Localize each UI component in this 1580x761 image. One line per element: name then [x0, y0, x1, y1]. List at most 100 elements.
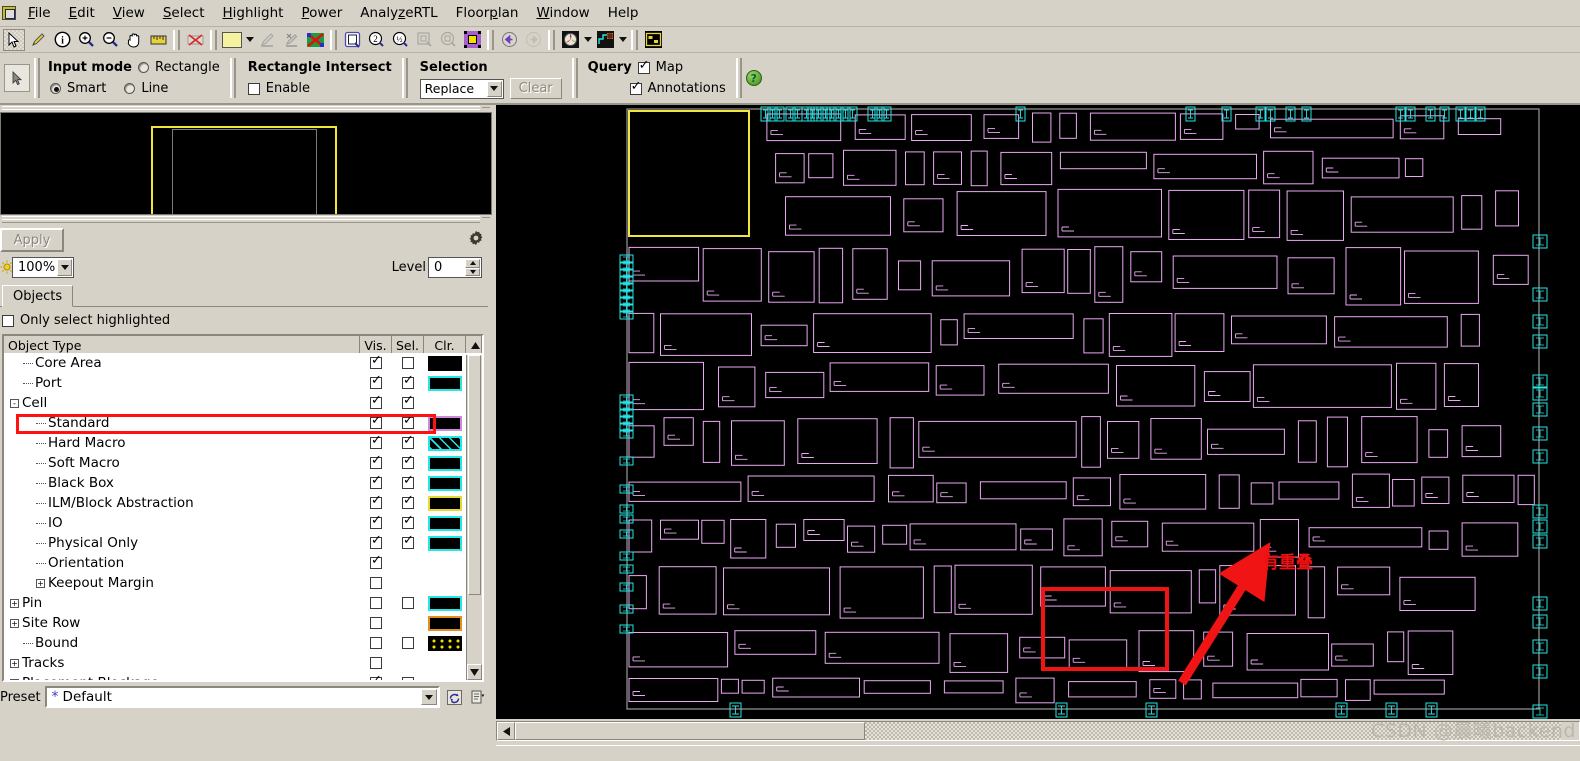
object-type-cell[interactable]: ILM/Block Abstraction [4, 495, 360, 511]
query-annotations-checkbox[interactable] [629, 80, 642, 95]
object-type-cell[interactable]: + Site Row [4, 615, 360, 631]
panel-grip-bottom[interactable] [0, 215, 492, 223]
expand-icon[interactable]: + [10, 658, 19, 668]
color-swatch-cell[interactable] [424, 595, 466, 611]
column-selectable[interactable]: Sel. [392, 336, 424, 354]
zoom-level-combo[interactable]: 100% [12, 257, 74, 278]
table-row[interactable]: ILM/Block Abstraction [4, 493, 482, 513]
visibility-checkbox-cell[interactable] [360, 434, 392, 449]
zoom-next-icon[interactable] [437, 29, 459, 51]
level-spin-buttons[interactable] [465, 259, 480, 276]
zoom-selected-icon[interactable] [461, 29, 483, 51]
visibility-checkbox-cell[interactable] [360, 514, 392, 529]
selectable-checkbox[interactable] [402, 394, 414, 409]
color-swatch-cell[interactable] [424, 435, 466, 451]
query-map-checkbox[interactable] [637, 59, 650, 74]
canvas-horizontal-scrollbar[interactable] [496, 721, 1580, 741]
color-swatch[interactable] [428, 375, 462, 391]
visibility-checkbox[interactable] [370, 354, 382, 369]
visibility-checkbox[interactable] [370, 414, 382, 429]
selectable-checkbox[interactable] [402, 374, 414, 389]
table-row[interactable]: IO [4, 513, 482, 533]
color-swatch-cell[interactable] [424, 635, 466, 651]
horizontal-scrollbar-thumb[interactable] [515, 722, 865, 740]
selectable-checkbox[interactable] [402, 494, 414, 509]
selectable-checkbox[interactable] [402, 434, 414, 449]
level-spinner[interactable]: 0 [428, 257, 482, 278]
selectable-checkbox-cell[interactable] [392, 394, 424, 409]
selectable-checkbox[interactable] [402, 637, 414, 649]
menu-floorplan[interactable]: Floorplan [447, 1, 528, 25]
clear-ruler-icon[interactable] [184, 29, 206, 51]
selectable-checkbox[interactable] [402, 597, 414, 609]
color-swatch[interactable] [428, 595, 462, 611]
redo-arrow-icon[interactable] [522, 29, 544, 51]
visibility-checkbox-cell[interactable] [360, 617, 392, 629]
radio-rectangle[interactable] [138, 62, 149, 73]
scrollbar-trough[interactable] [515, 722, 1561, 740]
cursor-arrow-icon[interactable] [4, 64, 30, 92]
color-swatch-cell[interactable] [424, 495, 466, 511]
scroll-up-button[interactable] [466, 336, 482, 354]
ruler-icon[interactable] [147, 29, 169, 51]
color-swatch[interactable] [428, 615, 462, 631]
zoom-out-icon[interactable] [99, 29, 121, 51]
visibility-checkbox[interactable] [370, 474, 382, 489]
chevron-down-icon[interactable] [486, 80, 502, 97]
menu-analyzertl[interactable]: AnalyzeRTL [351, 1, 446, 25]
column-visible[interactable]: Vis. [360, 336, 392, 354]
color-dropdown-arrow-icon[interactable] [582, 29, 593, 51]
table-row[interactable]: Hard Macro [4, 433, 482, 453]
color-swatch-cell[interactable] [424, 475, 466, 491]
table-row[interactable]: - Cell [4, 393, 482, 413]
object-type-cell[interactable]: + Pin [4, 595, 360, 611]
visibility-checkbox[interactable] [370, 597, 382, 609]
expand-icon[interactable]: + [10, 598, 19, 608]
selectable-checkbox-cell[interactable] [392, 677, 424, 680]
pencil-icon[interactable] [27, 29, 49, 51]
object-type-cell[interactable]: - Cell [4, 395, 360, 411]
visibility-checkbox-cell[interactable] [360, 657, 392, 669]
visibility-checkbox-cell[interactable] [360, 577, 392, 589]
visibility-checkbox[interactable] [370, 657, 382, 669]
color-swatch[interactable] [428, 535, 462, 551]
visibility-checkbox[interactable] [370, 454, 382, 469]
menu-highlight[interactable]: Highlight [213, 1, 292, 25]
visibility-checkbox-cell[interactable] [360, 674, 392, 680]
zoom-prev-icon[interactable] [413, 29, 435, 51]
color-swatch-cell[interactable] [424, 355, 466, 371]
expand-icon[interactable]: + [10, 618, 19, 628]
object-type-cell[interactable]: Soft Macro [4, 455, 360, 471]
color-swatch[interactable] [428, 355, 462, 371]
selectable-checkbox-cell[interactable] [392, 414, 424, 429]
chevron-down-icon[interactable] [57, 259, 72, 276]
menu-select[interactable]: Select [154, 1, 214, 25]
color-swatch-cell[interactable] [424, 615, 466, 631]
color-swatch[interactable] [428, 435, 462, 451]
object-type-cell[interactable]: Bound [4, 635, 360, 651]
rectangle-intersect-enable-checkbox[interactable] [247, 82, 260, 95]
object-type-cell[interactable]: + Tracks [4, 655, 360, 671]
color-wheel-icon[interactable] [559, 29, 581, 51]
tab-objects[interactable]: Objects [2, 285, 74, 307]
net-route-icon[interactable] [594, 29, 616, 51]
zoom-in-icon[interactable] [75, 29, 97, 51]
dehighlight-pen-icon[interactable] [280, 29, 302, 51]
info-icon[interactable]: i [51, 29, 73, 51]
menu-view[interactable]: View [104, 1, 154, 25]
selectable-checkbox[interactable] [402, 474, 414, 489]
chevron-down-icon[interactable] [421, 689, 437, 705]
visibility-checkbox[interactable] [370, 617, 382, 629]
gear-settings-icon[interactable] [468, 230, 484, 246]
table-row[interactable]: Physical Only [4, 533, 482, 553]
object-type-cell[interactable]: Standard [4, 415, 360, 431]
column-object-type[interactable]: Object Type [4, 336, 360, 354]
menu-file[interactable]: FFileile [19, 1, 60, 25]
table-row[interactable]: Core Area [4, 353, 482, 373]
selection-mode-combo[interactable]: Replace [419, 78, 504, 99]
menu-edit[interactable]: Edit [60, 1, 104, 25]
table-row[interactable]: Standard [4, 413, 482, 433]
visibility-checkbox[interactable] [370, 577, 382, 589]
apply-button[interactable]: Apply [0, 228, 64, 252]
table-row[interactable]: + Tracks [4, 653, 482, 673]
